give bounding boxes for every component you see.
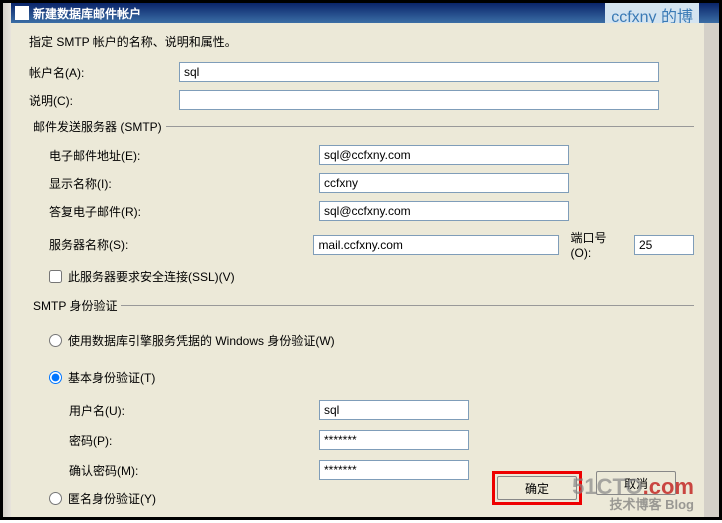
window-icon xyxy=(15,6,29,20)
account-name-input[interactable] xyxy=(179,62,659,82)
account-name-label: 帐户名(A): xyxy=(29,64,179,81)
ssl-checkbox[interactable] xyxy=(49,270,62,283)
description-input[interactable] xyxy=(179,90,659,110)
reply-email-input[interactable] xyxy=(319,201,569,221)
ok-highlight-box: 确定 xyxy=(492,471,582,505)
anon-auth-label: 匿名身份验证(Y) xyxy=(68,490,156,507)
smtp-group: 邮件发送服务器 (SMTP) 电子邮件地址(E): 显示名称(I): 答复电子邮… xyxy=(29,118,694,291)
anon-auth-radio[interactable] xyxy=(49,492,62,505)
basic-auth-label: 基本身份验证(T) xyxy=(68,369,155,386)
description-label: 说明(C): xyxy=(29,92,179,109)
display-name-label: 显示名称(I): xyxy=(29,175,319,192)
title-bar: 新建数据库邮件帐户 ccfxny 的博 xyxy=(11,3,719,23)
password-input[interactable] xyxy=(319,430,469,450)
server-name-label: 服务器名称(S): xyxy=(29,236,313,253)
email-label: 电子邮件地址(E): xyxy=(29,147,319,164)
port-input[interactable] xyxy=(634,235,694,255)
username-label: 用户名(U): xyxy=(29,402,319,419)
email-input[interactable] xyxy=(319,145,569,165)
cancel-button[interactable]: 取消 xyxy=(596,471,676,495)
window-title: 新建数据库邮件帐户 xyxy=(33,5,141,22)
dialog-content: 指定 SMTP 帐户的名称、说明和属性。 帐户名(A): 说明(C): 邮件发送… xyxy=(11,23,704,517)
port-label: 端口号(O): xyxy=(571,229,627,260)
auth-group-legend: SMTP 身份验证 xyxy=(29,297,121,314)
password-label: 密码(P): xyxy=(29,432,319,449)
server-name-input[interactable] xyxy=(313,235,558,255)
reply-email-label: 答复电子邮件(R): xyxy=(29,203,319,220)
right-scrollbar[interactable] xyxy=(704,3,719,517)
confirm-password-input[interactable] xyxy=(319,460,469,480)
smtp-group-legend: 邮件发送服务器 (SMTP) xyxy=(29,118,166,135)
basic-auth-radio[interactable] xyxy=(49,371,62,384)
ok-button[interactable]: 确定 xyxy=(497,476,577,500)
button-bar: 确定 取消 xyxy=(492,471,676,505)
username-input[interactable] xyxy=(319,400,469,420)
display-name-input[interactable] xyxy=(319,173,569,193)
windows-auth-label: 使用数据库引擎服务凭据的 Windows 身份验证(W) xyxy=(68,332,335,349)
left-edge xyxy=(3,3,11,517)
confirm-password-label: 确认密码(M): xyxy=(29,462,319,479)
windows-auth-radio[interactable] xyxy=(49,334,62,347)
instruction-text: 指定 SMTP 帐户的名称、说明和属性。 xyxy=(29,33,694,50)
ssl-label: 此服务器要求安全连接(SSL)(V) xyxy=(68,268,235,285)
